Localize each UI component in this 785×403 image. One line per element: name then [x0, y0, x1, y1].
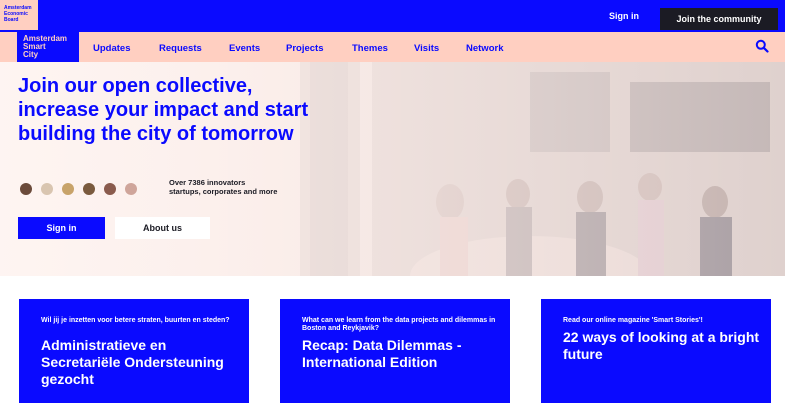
card-title: 22 ways of looking at a bright future [563, 329, 760, 362]
hero-title: Join our open collective, increase your … [18, 75, 309, 145]
avatar [41, 183, 53, 195]
feature-card[interactable]: What can we learn from the data projects… [280, 299, 510, 403]
main-nav: Amsterdam Smart City Updates Requests Ev… [0, 32, 785, 62]
search-icon[interactable] [755, 39, 769, 53]
amsterdam-smart-city-logo[interactable]: Amsterdam Smart City [17, 32, 79, 62]
hero-sign-in-button[interactable]: Sign in [18, 217, 105, 239]
card-title: Recap: Data Dilemmas - International Edi… [302, 337, 462, 370]
feature-card[interactable]: Read our online magazine 'Smart Stories'… [541, 299, 771, 403]
about-us-button[interactable]: About us [115, 217, 210, 239]
nav-projects[interactable]: Projects [286, 43, 324, 54]
nav-events[interactable]: Events [229, 43, 260, 54]
card-kicker: Read our online magazine 'Smart Stories'… [563, 317, 703, 324]
nav-updates[interactable]: Updates [93, 43, 130, 54]
join-community-button[interactable]: Join the community [660, 8, 778, 30]
eb-logo-line: Board [4, 17, 19, 23]
nav-visits[interactable]: Visits [414, 43, 439, 54]
card-kicker: What can we learn from the data projects… [302, 317, 496, 332]
avatar [104, 183, 116, 195]
sign-in-link[interactable]: Sign in [609, 11, 639, 21]
feature-card[interactable]: Wil jij je inzetten voor betere straten,… [19, 299, 249, 403]
top-bar: Amsterdam Economic Board Sign in Join th… [0, 0, 785, 32]
avatar [83, 183, 95, 195]
avatar [20, 183, 32, 195]
member-count: Over 7386 innovators startups, corporate… [169, 178, 277, 196]
economic-board-logo[interactable]: Amsterdam Economic Board [0, 0, 38, 30]
avatar [62, 183, 74, 195]
card-title: Administratieve en Secretariële Onderste… [41, 337, 224, 387]
hero-section: Join our open collective, increase your … [0, 62, 785, 276]
nav-network[interactable]: Network [466, 43, 503, 54]
member-count-subline: startups, corporates and more [169, 187, 278, 196]
nav-themes[interactable]: Themes [352, 43, 388, 54]
avatar [125, 183, 137, 195]
logo-line: City [23, 50, 39, 59]
card-kicker: Wil jij je inzetten voor betere straten,… [41, 317, 230, 324]
member-count-line: Over 7386 innovators [169, 178, 246, 187]
nav-requests[interactable]: Requests [159, 43, 202, 54]
